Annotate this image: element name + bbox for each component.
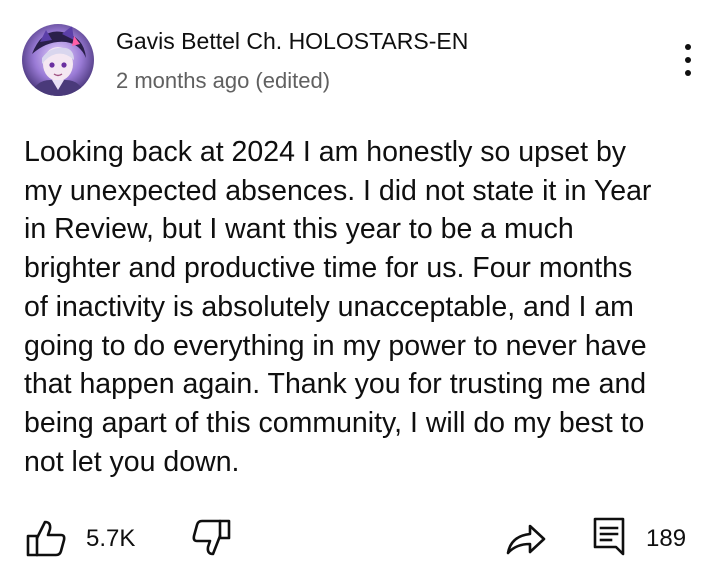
more-options-button[interactable] [672, 40, 704, 80]
thumbs-up-icon [26, 520, 66, 557]
comment-line: not let you down. [24, 445, 240, 478]
like-button[interactable] [24, 518, 70, 558]
comment-line: in Review, but I want this year to be a … [24, 213, 574, 246]
comment-line: going to do everything in my power to ne… [24, 329, 647, 362]
reply-count: 189 [646, 525, 687, 552]
dislike-button[interactable] [190, 518, 234, 560]
comment-body: Looking back at 2024 I am honestly so up… [24, 133, 696, 481]
thumbs-down-icon [192, 519, 231, 556]
comment-line: that happen again. Thank you for trustin… [24, 368, 647, 401]
comment-line: brighter and productive time for us. Fou… [24, 252, 633, 285]
comment-line: my unexpected absences. I did not state … [24, 174, 652, 207]
avatar[interactable] [22, 24, 94, 96]
comment-line: Looking back at 2024 I am honestly so up… [24, 136, 627, 168]
comment-line: being apart of this community, I will do… [24, 406, 645, 439]
comment-timestamp[interactable]: 2 months ago (edited) [116, 66, 330, 96]
avatar-image [22, 24, 94, 96]
comment-icon [593, 517, 625, 556]
like-count: 5.7K [86, 525, 136, 552]
comment-line: of inactivity is absolutely unacceptable… [24, 290, 634, 323]
share-icon [506, 524, 546, 555]
author-name[interactable]: Gavis Bettel Ch. HOLOSTARS-EN [116, 26, 468, 56]
share-button[interactable] [504, 520, 548, 558]
replies-button[interactable] [592, 516, 626, 558]
